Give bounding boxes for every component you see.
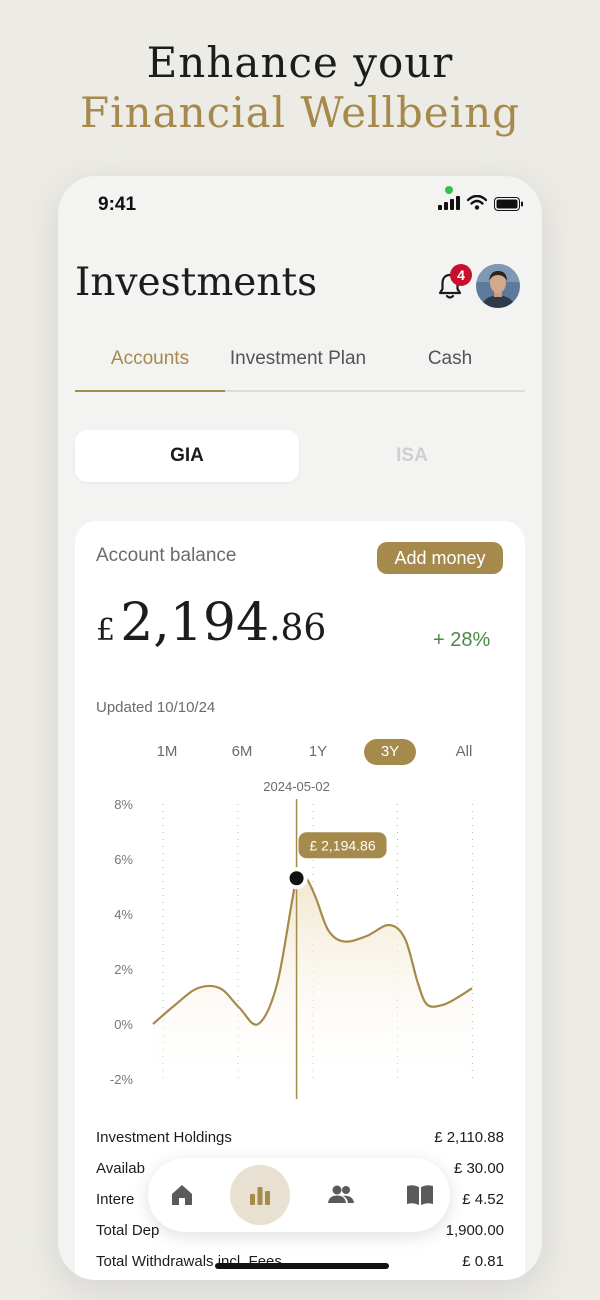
- hero-heading: Enhance your Financial Wellbeing: [0, 38, 600, 138]
- cellular-signal-icon: [438, 196, 460, 210]
- summary-label: Availab: [96, 1160, 145, 1177]
- y-tick-label: 6%: [114, 852, 133, 867]
- summary-label: Intere: [96, 1191, 135, 1208]
- tooltip-value: £ 2,194.86: [309, 837, 375, 853]
- summary-value: £ 30.00: [453, 1160, 504, 1177]
- balance-label: Account balance: [96, 545, 237, 566]
- period-1m[interactable]: 1M: [141, 739, 193, 765]
- summary-row: Total Withdrawals incl. Fees £ 0.81: [96, 1245, 504, 1276]
- y-tick-label: 4%: [114, 907, 133, 922]
- tab-cash[interactable]: Cash: [375, 344, 525, 390]
- page-title: Investments: [75, 260, 318, 305]
- book-icon: [407, 1185, 433, 1205]
- summary-value: £ 4.52: [462, 1191, 504, 1208]
- y-tick-label: 0%: [114, 1017, 133, 1032]
- wifi-icon: [467, 195, 487, 210]
- account-tabs: Accounts Investment Plan Cash: [75, 344, 525, 392]
- selected-point: [289, 871, 304, 886]
- summary-value: £ 2,110.88: [434, 1129, 504, 1146]
- period-3y[interactable]: 3Y: [364, 739, 416, 765]
- nav-home[interactable]: [152, 1165, 212, 1225]
- camera-indicator-icon: [445, 186, 453, 194]
- add-money-button[interactable]: Add money: [377, 542, 503, 574]
- battery-icon: [494, 197, 523, 211]
- tab-accounts[interactable]: Accounts: [75, 344, 225, 392]
- y-tick-label: 8%: [114, 797, 133, 812]
- hero-line-2: Financial Wellbeing: [79, 88, 521, 137]
- currency-symbol: £: [96, 613, 116, 648]
- status-bar: 9:41: [58, 176, 542, 236]
- chart-area: [153, 869, 472, 1079]
- period-6m[interactable]: 6M: [216, 739, 268, 765]
- period-all[interactable]: All: [438, 739, 490, 765]
- summary-label: Investment Holdings: [96, 1129, 232, 1146]
- hero-line-1: Enhance your: [146, 38, 454, 87]
- notification-badge: 4: [450, 264, 472, 286]
- balance-whole: 2,194: [120, 593, 270, 653]
- summary-value: 1,900.00: [445, 1222, 504, 1239]
- phone-screen: 9:41 Investments 4 Accounts Investment P…: [58, 176, 542, 1280]
- updated-date: Updated 10/10/24: [96, 699, 216, 716]
- y-tick-label: 2%: [114, 962, 133, 977]
- nav-learn[interactable]: [388, 1165, 448, 1225]
- nav-community[interactable]: [310, 1165, 370, 1225]
- summary-label: Total Dep: [96, 1222, 160, 1239]
- balance-amount: £ 2,194.86: [96, 593, 326, 653]
- home-icon: [172, 1185, 192, 1205]
- period-1y[interactable]: 1Y: [292, 739, 344, 765]
- nav-investments[interactable]: [230, 1165, 290, 1225]
- profile-avatar[interactable]: [476, 264, 520, 308]
- period-selector: 1M 6M 1Y 3Y All: [115, 739, 485, 765]
- selected-date-label: 2024-05-02: [263, 779, 330, 794]
- summary-value: £ 0.81: [462, 1253, 504, 1270]
- avatar-portrait-icon: [476, 264, 520, 308]
- account-type-gia[interactable]: GIA: [75, 430, 299, 482]
- y-tick-label: -2%: [110, 1072, 134, 1087]
- bottom-navigation: [148, 1158, 450, 1232]
- status-time: 9:41: [98, 194, 137, 215]
- account-type-toggle: GIA ISA: [75, 430, 525, 482]
- balance-change: + 28%: [433, 629, 491, 651]
- tab-investment-plan[interactable]: Investment Plan: [223, 344, 373, 390]
- account-type-isa[interactable]: ISA: [299, 430, 525, 482]
- balance-decimal: .86: [269, 608, 327, 649]
- people-icon: [328, 1185, 354, 1203]
- chart-icon: [250, 1187, 270, 1205]
- performance-chart[interactable]: 8% 6% 4% 2% 0% -2% 2024-05-02 £ 2,194.86: [75, 771, 525, 1111]
- summary-row: Investment Holdings £ 2,110.88: [96, 1121, 504, 1152]
- home-indicator: [215, 1263, 389, 1269]
